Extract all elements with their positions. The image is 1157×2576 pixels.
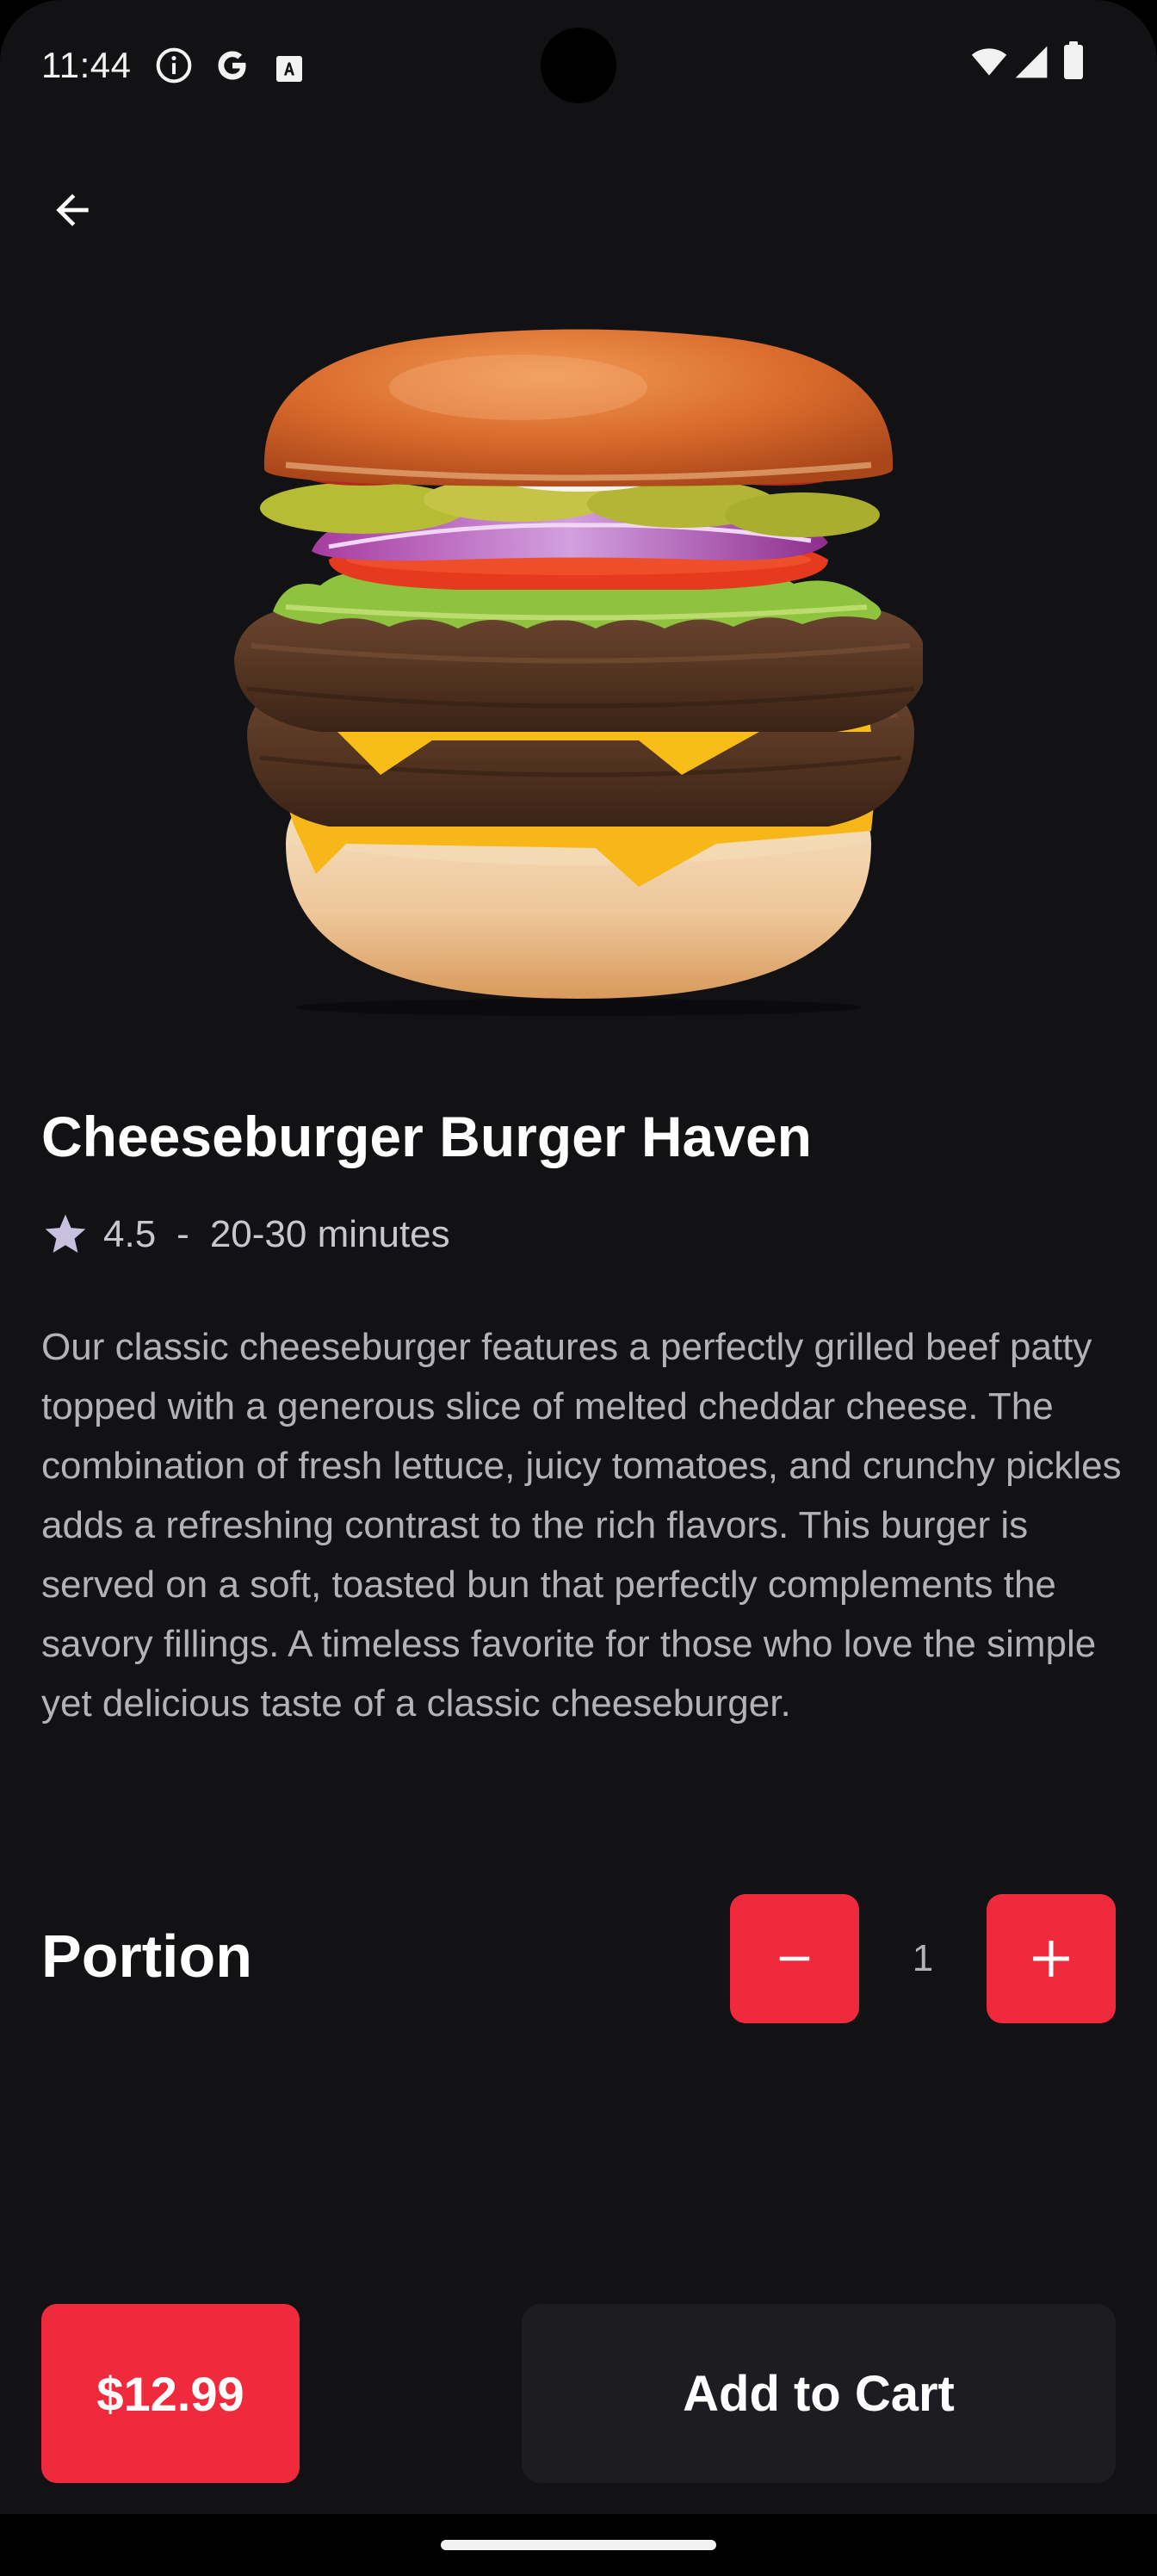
decrement-button[interactable]	[730, 1894, 859, 2023]
camera-cutout	[541, 28, 616, 103]
status-bar: 11:44	[0, 0, 1157, 129]
product-image	[234, 329, 923, 1016]
product-detail-screen: 11:44 Cheeseburger Burger Haven 4.5 - 20…	[0, 0, 1157, 2576]
product-description: Our classic cheeseburger features a perf…	[41, 1326, 1122, 1725]
price-badge: $12.99	[41, 2304, 300, 2483]
product-title: Cheeseburger Burger Haven	[41, 1105, 812, 1168]
battery-icon	[1064, 41, 1083, 79]
increment-button[interactable]	[987, 1894, 1116, 2023]
portion-label: Portion	[41, 1923, 252, 1990]
font-icon	[276, 56, 302, 82]
plus-icon	[1033, 1941, 1069, 1977]
status-time: 11:44	[41, 45, 132, 85]
minus-icon	[779, 1956, 810, 1961]
add-to-cart-button[interactable]: Add to Cart	[522, 2304, 1116, 2483]
quantity-value: 1	[912, 1937, 934, 1979]
home-indicator[interactable]	[441, 2540, 716, 2550]
meta-separator: -	[176, 1213, 189, 1255]
signal-icon	[1015, 46, 1048, 78]
rating-row: 4.5 - 20-30 minutes	[41, 1209, 450, 1260]
star-icon	[45, 1214, 86, 1253]
arrow-back-icon	[56, 194, 89, 226]
back-button[interactable]	[31, 169, 114, 251]
info-icon	[156, 47, 192, 84]
rating-value: 4.5	[103, 1213, 157, 1255]
wifi-icon	[971, 48, 1007, 76]
delivery-time: 20-30 minutes	[209, 1213, 450, 1255]
google-icon	[218, 51, 246, 80]
